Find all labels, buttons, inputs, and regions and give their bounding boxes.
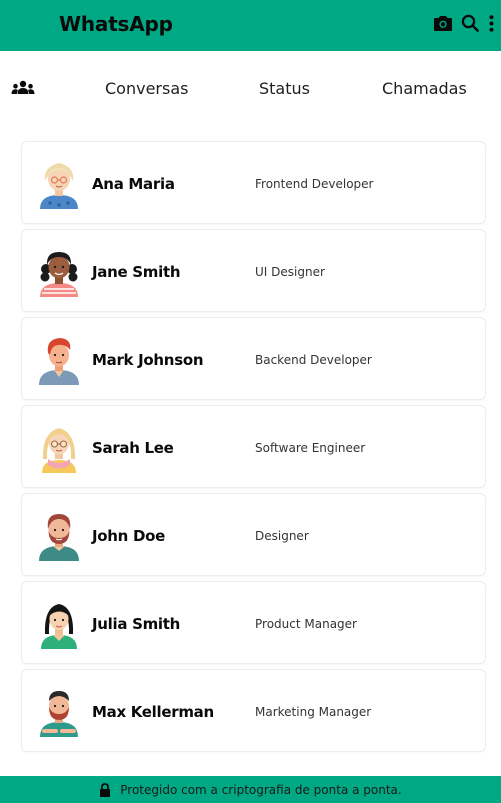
bearded-man-avatar xyxy=(36,511,82,561)
tab-bar: Conversas Status Chamadas xyxy=(0,51,501,127)
red-hair-man-avatar xyxy=(36,335,82,385)
blonde-woman-glasses-avatar xyxy=(36,159,82,209)
contact-role: Product Manager xyxy=(255,617,357,631)
tab-chamadas[interactable]: Chamadas xyxy=(382,79,467,98)
contact-card[interactable]: Ana Maria Frontend Developer xyxy=(21,141,486,224)
contact-name: Julia Smith xyxy=(92,615,181,633)
contact-name: Sarah Lee xyxy=(92,439,174,457)
contact-role: Designer xyxy=(255,529,309,543)
users-icon[interactable] xyxy=(11,79,35,99)
dark-hair-woman-avatar xyxy=(36,599,82,649)
contact-role: Frontend Developer xyxy=(255,177,374,191)
contact-role: Marketing Manager xyxy=(255,705,372,719)
tab-conversas[interactable]: Conversas xyxy=(105,79,188,98)
lock-icon xyxy=(99,782,111,797)
camera-icon[interactable] xyxy=(433,13,453,33)
contact-name: John Doe xyxy=(92,527,165,545)
search-icon[interactable] xyxy=(460,13,480,33)
contact-name: Mark Johnson xyxy=(92,351,204,369)
more-vertical-icon[interactable] xyxy=(487,13,495,33)
contact-card[interactable]: Jane Smith UI Designer xyxy=(21,229,486,312)
bearded-man-tattoo-avatar xyxy=(36,687,82,737)
contact-card[interactable]: Julia Smith Product Manager xyxy=(21,581,486,664)
contact-name: Ana Maria xyxy=(92,175,175,193)
app-header: WhatsApp xyxy=(0,0,501,51)
curly-hair-woman-avatar xyxy=(36,247,82,297)
contact-card[interactable]: Sarah Lee Software Engineer xyxy=(21,405,486,488)
contact-role: UI Designer xyxy=(255,265,325,279)
app-title: WhatsApp xyxy=(59,12,173,36)
blonde-woman-scarf-avatar xyxy=(36,423,82,473)
header-actions xyxy=(433,13,495,33)
encryption-footer: Protegido com a criptografia de ponta a … xyxy=(0,776,501,803)
contact-card[interactable]: Mark Johnson Backend Developer xyxy=(21,317,486,400)
contact-role: Software Engineer xyxy=(255,441,366,455)
contact-card[interactable]: John Doe Designer xyxy=(21,493,486,576)
contact-name: Max Kellerman xyxy=(92,703,214,721)
contact-name: Jane Smith xyxy=(92,263,181,281)
tab-status[interactable]: Status xyxy=(259,79,310,98)
encryption-notice: Protegido com a criptografia de ponta a … xyxy=(120,782,402,797)
contact-list: Ana Maria Frontend Developer Jane Smith … xyxy=(21,141,486,757)
contact-role: Backend Developer xyxy=(255,353,372,367)
contact-card[interactable]: Max Kellerman Marketing Manager xyxy=(21,669,486,752)
